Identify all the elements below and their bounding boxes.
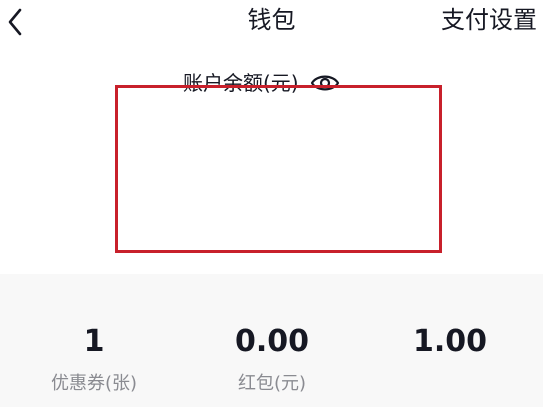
coupons-label: 优惠券(张) xyxy=(50,373,138,394)
third-stat-value: 1.00 xyxy=(412,324,488,359)
coupons-stat[interactable]: 1 优惠券(张) xyxy=(34,324,154,396)
red-packet-label: 红包(元) xyxy=(237,373,307,394)
red-packet-stat[interactable]: 0.00 红包(元) xyxy=(212,324,332,396)
third-stat[interactable]: 1.00 xyxy=(390,324,510,372)
top-navigation-bar: 钱包 支付设置 xyxy=(0,0,543,44)
coupons-count: 1 xyxy=(83,324,105,359)
balance-highlight-box xyxy=(115,85,442,253)
wallet-stats: 1 优惠券(张) 0.00 红包(元) 1.00 xyxy=(0,274,543,407)
red-packet-amount: 0.00 xyxy=(234,324,310,359)
payment-settings-link[interactable]: 支付设置 xyxy=(441,3,537,37)
